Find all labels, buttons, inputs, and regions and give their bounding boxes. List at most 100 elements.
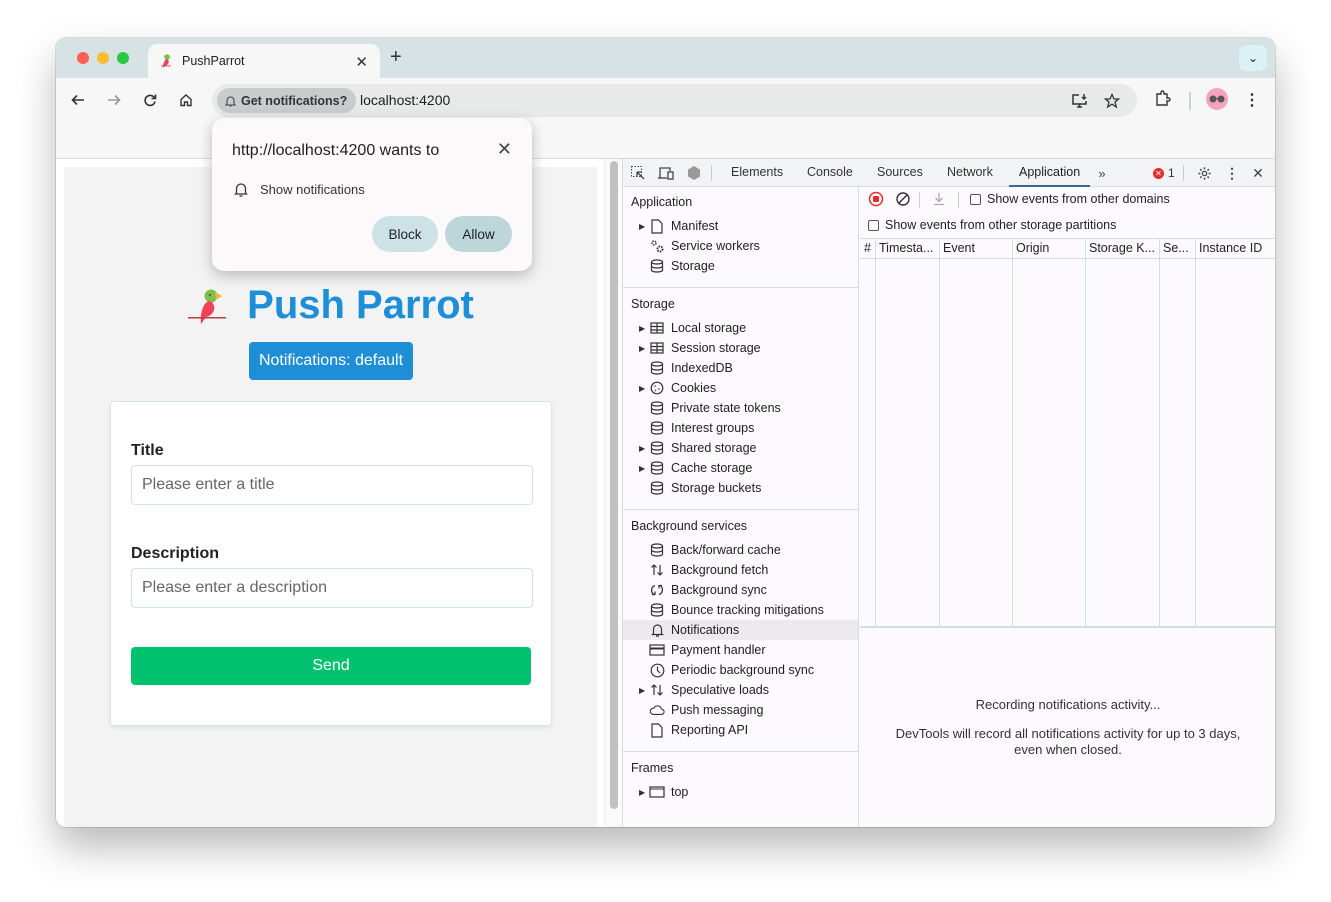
tab-application[interactable]: Application [1009, 159, 1091, 187]
settings-gear-icon[interactable] [1195, 164, 1213, 182]
chevron-down-icon: ⌄ [1247, 51, 1259, 65]
cloud-icon [649, 702, 665, 718]
close-window-button[interactable] [77, 52, 89, 64]
column-divider[interactable] [1195, 239, 1196, 627]
column-divider[interactable] [939, 239, 940, 627]
sidebar-item-notifications[interactable]: Notifications [623, 620, 858, 640]
sidebar-item-cookies[interactable]: ▶ Cookies [623, 378, 858, 398]
home-button[interactable] [175, 89, 197, 111]
forward-button[interactable] [103, 89, 125, 111]
bell-icon [225, 95, 236, 107]
sidebar-item-local-storage[interactable]: ▶ Local storage [623, 318, 858, 338]
notification-permission-chip[interactable]: Get notifications? [217, 88, 357, 113]
tab-console[interactable]: Console [807, 159, 853, 187]
tab-network[interactable]: Network [947, 159, 993, 187]
device-toolbar-icon[interactable] [657, 164, 675, 182]
close-tab-icon[interactable]: ✕ [355, 53, 368, 71]
devtools-menu-icon[interactable]: ⋮ [1223, 164, 1241, 182]
back-button[interactable] [67, 89, 89, 111]
column-divider[interactable] [1085, 239, 1086, 627]
browser-tab[interactable]: PushParrot ✕ [148, 44, 380, 78]
column-divider[interactable] [1012, 239, 1013, 627]
record-button[interactable] [868, 191, 884, 207]
sidebar-item-service-workers[interactable]: Service workers [623, 236, 858, 256]
install-app-icon[interactable] [1070, 91, 1090, 111]
sidebar-item-bounce-tracking-mitigations[interactable]: Bounce tracking mitigations [623, 600, 858, 620]
block-button[interactable]: Block [372, 216, 438, 252]
show-other-partitions-checkbox[interactable]: Show events from other storage partition… [868, 218, 1116, 232]
sidebar-item-background-fetch[interactable]: Background fetch [623, 560, 858, 580]
sidebar-item-background-sync[interactable]: Background sync [623, 580, 858, 600]
sidebar-item-periodic-background-sync[interactable]: Periodic background sync [623, 660, 858, 680]
send-button[interactable]: Send [131, 647, 531, 685]
sidebar-item-interest-groups[interactable]: Interest groups [623, 418, 858, 438]
description-input[interactable] [131, 568, 533, 608]
parrot-favicon-icon [161, 54, 172, 68]
column-header-timestamp[interactable]: Timesta... [875, 239, 939, 259]
clear-button[interactable] [895, 191, 911, 207]
sidebar-item-private-state-tokens[interactable]: Private state tokens [623, 398, 858, 418]
sidebar-item-push-messaging[interactable]: Push messaging [623, 700, 858, 720]
sidebar-item-indexeddb[interactable]: IndexedDB [623, 358, 858, 378]
tab-elements[interactable]: Elements [731, 159, 783, 187]
column-header-origin[interactable]: Origin [1012, 239, 1085, 259]
checkbox-box[interactable] [868, 219, 879, 231]
address-bar[interactable]: Get notifications? localhost:4200 [212, 84, 1137, 117]
sidebar-item-storage-buckets[interactable]: Storage buckets [623, 478, 858, 498]
close-icon[interactable]: ✕ [497, 139, 512, 160]
allow-button[interactable]: Allow [445, 216, 512, 252]
inspect-element-icon[interactable] [629, 164, 647, 182]
profile-avatar[interactable] [1206, 88, 1228, 110]
table-icon [649, 340, 665, 356]
minimize-window-button[interactable] [97, 52, 109, 64]
column-header-service-worker-scope[interactable]: Se... [1159, 239, 1195, 259]
page-scrollbar[interactable] [610, 161, 618, 809]
extension-hexagon-icon[interactable] [685, 164, 703, 182]
close-devtools-icon[interactable]: ✕ [1249, 164, 1267, 182]
database-icon [649, 420, 665, 436]
reload-button[interactable] [139, 89, 161, 111]
browser-menu-icon[interactable]: ⋮ [1244, 90, 1260, 110]
expand-arrow-icon[interactable]: ▶ [639, 222, 645, 231]
maximize-window-button[interactable] [117, 52, 129, 64]
sidebar-item-session-storage[interactable]: ▶ Session storage [623, 338, 858, 358]
sidebar-item-payment-handler[interactable]: Payment handler [623, 640, 858, 660]
expand-arrow-icon[interactable]: ▶ [639, 384, 645, 393]
error-count-badge[interactable]: ✕ 1 [1153, 166, 1175, 180]
sidebar-item-back-forward-cache[interactable]: Back/forward cache [623, 540, 858, 560]
column-header-index[interactable]: # [860, 239, 875, 259]
sidebar-item-shared-storage[interactable]: ▶ Shared storage [623, 438, 858, 458]
sidebar-item-manifest[interactable]: ▶ Manifest [623, 216, 858, 236]
sidebar-item-reporting-api[interactable]: Reporting API [623, 720, 858, 740]
sidebar-item-cache-storage[interactable]: ▶ Cache storage [623, 458, 858, 478]
column-header-storage-key[interactable]: Storage K... [1085, 239, 1159, 259]
title-input[interactable] [131, 465, 533, 505]
expand-arrow-icon[interactable]: ▶ [639, 788, 645, 797]
column-divider[interactable] [875, 239, 876, 627]
error-count: 1 [1168, 166, 1175, 180]
expand-arrow-icon[interactable]: ▶ [639, 464, 645, 473]
column-header-event[interactable]: Event [939, 239, 1012, 259]
save-events-button[interactable] [932, 191, 946, 207]
sidebar-item-frame-top[interactable]: ▶ top [623, 782, 858, 802]
events-table: # Timesta... Event Origin Storage K... S… [860, 238, 1275, 628]
tab-search-button[interactable]: ⌄ [1239, 45, 1267, 71]
sidebar-divider [623, 509, 858, 510]
sidebar-item-storage[interactable]: Storage [623, 256, 858, 276]
notification-status-badge[interactable]: Notifications: default [249, 342, 413, 380]
checkbox-box[interactable] [970, 193, 981, 205]
tab-sources[interactable]: Sources [877, 159, 923, 187]
column-header-instance-id[interactable]: Instance ID [1195, 239, 1275, 259]
column-divider[interactable] [1159, 239, 1160, 627]
expand-arrow-icon[interactable]: ▶ [639, 444, 645, 453]
expand-arrow-icon[interactable]: ▶ [639, 324, 645, 333]
sidebar-item-speculative-loads[interactable]: ▶ Speculative loads [623, 680, 858, 700]
bookmark-star-icon[interactable] [1102, 91, 1122, 111]
expand-arrow-icon[interactable]: ▶ [639, 344, 645, 353]
expand-arrow-icon[interactable]: ▶ [639, 686, 645, 695]
show-other-domains-checkbox[interactable]: Show events from other domains [970, 192, 1170, 206]
extensions-icon[interactable] [1154, 90, 1172, 108]
new-tab-button[interactable]: + [390, 46, 402, 69]
more-tabs-icon[interactable]: » [1093, 164, 1111, 182]
url-text[interactable]: localhost:4200 [360, 92, 450, 108]
